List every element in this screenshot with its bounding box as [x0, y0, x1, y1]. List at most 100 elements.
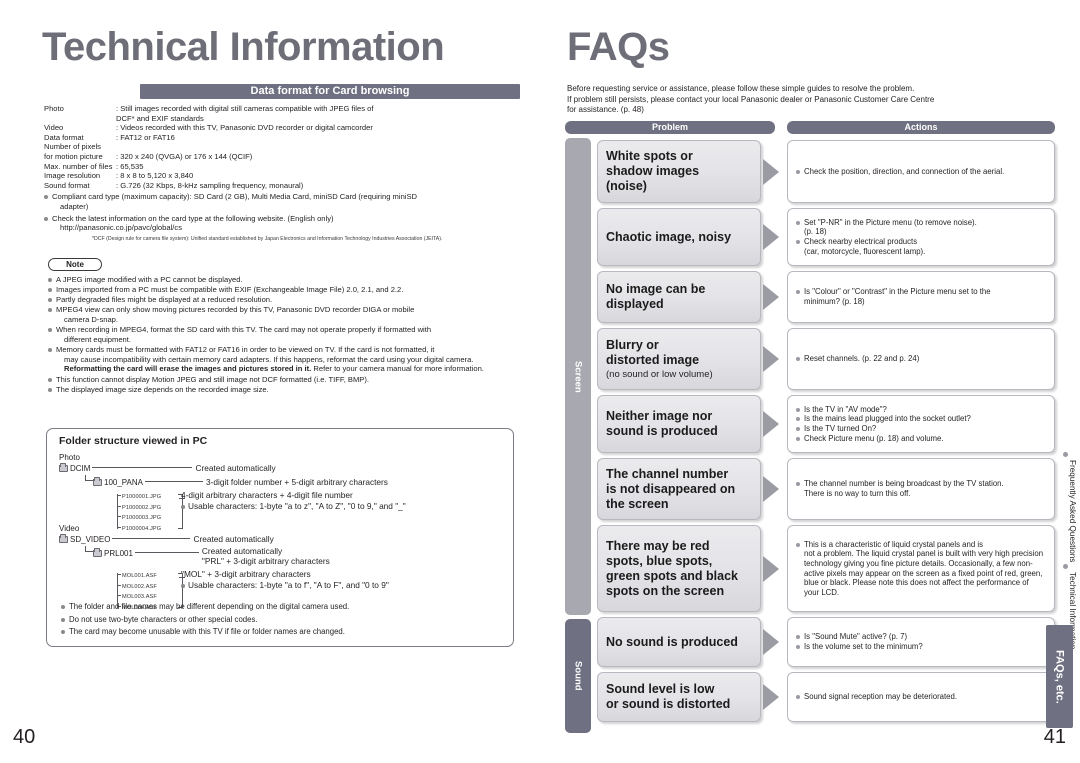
tree-file-item: MOL002.ASF [117, 581, 179, 592]
folder-icon [59, 463, 68, 472]
right-page: FAQs Before requesting service or assist… [545, 0, 1080, 763]
faq-action-item: The channel number is being broadcast by… [796, 479, 1004, 498]
folder-icon [93, 548, 102, 557]
faq-action-cell[interactable]: Sound signal reception may be deteriorat… [787, 672, 1055, 722]
faq-problem-line: Neither image nor [606, 409, 713, 423]
side-index-line: Frequently Asked Questions [1052, 452, 1078, 562]
spec-value-cont: DCF* and EXIF standards [116, 113, 204, 123]
tree-desc-video-files: "MOL" + 3-digit arbitrary characters [181, 569, 311, 579]
faq-action-list: Check the position, direction, and conne… [796, 167, 1004, 177]
faq-problem-cell[interactable]: White spots or shadow images (noise) [597, 140, 761, 203]
faq-problem-line: is not disappeared on [606, 481, 736, 496]
folder-tree: Photo DCIM Created automatically 100_PANA… [59, 453, 505, 611]
arrow-right-icon [763, 346, 779, 372]
tree-node-prl001: PRL001 [104, 549, 133, 558]
arrow-right-icon [763, 411, 779, 437]
faq-row: There may be red spots, blue spots, green … [597, 525, 1057, 612]
faq-problem-cell[interactable]: Sound level is low or sound is distorted [597, 672, 761, 722]
faq-action-item: This is a characteristic of liquid cryst… [796, 540, 1046, 598]
faq-problem-cell[interactable]: No sound is produced [597, 617, 761, 667]
tree-desc-100pana: 3-digit folder number + 5-digit arbitrar… [206, 477, 388, 487]
faq-intro-line: Before requesting service or assistance,… [567, 84, 915, 93]
arrow-right-icon [763, 684, 779, 710]
faq-action-item: Reset channels. (p. 22 and p. 24) [796, 354, 919, 364]
folder-note-item: Do not use two-byte characters or other … [61, 615, 501, 626]
faq-problem-cell[interactable]: No image can be displayed [597, 271, 761, 323]
category-band-screen: Screen [565, 138, 591, 615]
tree-bullet-photo-chars: Usable characters: 1-byte "a to z", "A t… [181, 501, 406, 511]
faq-problem-line: sound is produced [606, 424, 718, 438]
faq-problem-cell[interactable]: Chaotic image, noisy [597, 208, 761, 266]
faq-problem-line: Blurry or [606, 337, 659, 352]
tree-file-name: P1000003.JPG [122, 515, 162, 522]
faq-problem-line: or sound is distorted [606, 697, 731, 711]
tree-row-100pana: 100_PANA 3-digit folder number + 5-digit … [59, 475, 505, 489]
spec-label: Photo [44, 104, 64, 113]
tree-node-sdvideo: SD_VIDEO [70, 535, 111, 544]
spec-bullet: Check the latest information on the card… [44, 214, 524, 233]
faq-problem-line: spots on the screen [606, 583, 725, 598]
faq-action-cell[interactable]: Check the position, direction, and conne… [787, 140, 1055, 203]
note-item-cont: different equipment. [64, 334, 131, 344]
tree-file-item: P1000002.JPG [117, 502, 179, 513]
spec-row: Number of pixels [44, 142, 524, 152]
note-item: The displayed image size depends on the … [48, 385, 522, 395]
faq-problem-line: green spots and black [606, 568, 738, 583]
faq-action-cell[interactable]: This is a characteristic of liquid cryst… [787, 525, 1055, 612]
folder-structure-box: Folder structure viewed in PC Photo DCIM… [46, 428, 514, 647]
faq-problem-cell[interactable]: The channel number is not disappeared on t… [597, 458, 761, 520]
faq-action-cell[interactable]: Is the TV in "AV mode"? Is the mains lead… [787, 395, 1055, 453]
spec-value: : 320 x 240 (QVGA) or 176 x 144 (QCIF) [116, 151, 253, 161]
faq-action-item: Check nearby electrical products (car, mo… [796, 237, 977, 256]
left-page: Technical Information Data format for Ca… [0, 0, 545, 763]
faq-action-item: Is the mains lead plugged into the socke… [796, 414, 971, 424]
faq-problem-line: displayed [606, 297, 664, 311]
spec-row: Sound format: G.726 (32 Kbps, 8-kHz samp… [44, 181, 524, 191]
note-list: A JPEG image modified with a PC cannot b… [48, 274, 522, 394]
faq-problem-cell[interactable]: Neither image nor sound is produced [597, 395, 761, 453]
folder-notes: The folder and file names may be differe… [61, 600, 501, 638]
faq-row: Chaotic image, noisy Set "P-NR" in the Pi… [597, 208, 1057, 266]
tree-file-name: MOL001.ASF [122, 573, 157, 579]
faq-action-list: Set "P-NR" in the Picture menu (to remov… [796, 218, 977, 256]
faq-action-list: Is the TV in "AV mode"? Is the mains lead… [796, 405, 971, 443]
tree-connector [145, 481, 203, 482]
faq-action-cont: There is no way to turn this off. [804, 489, 911, 498]
page-number-left: 40 [13, 726, 36, 748]
faq-action-list: Sound signal reception may be deteriorat… [796, 692, 957, 702]
spec-value: : Still images recorded with digital sti… [116, 104, 374, 113]
arrow-right-icon [763, 629, 779, 655]
faq-row: Neither image nor sound is produced Is the… [597, 395, 1057, 453]
tree-bullet-video-chars: Usable characters: 1-byte "a to f", "A t… [181, 580, 389, 590]
faq-action-cell[interactable]: Is "Sound Mute" active? (p. 7) Is the vol… [787, 617, 1055, 667]
faq-action-item: Is "Sound Mute" active? (p. 7) [796, 632, 923, 642]
page-number-right: 41 [1043, 726, 1066, 748]
faq-problem-line: shadow images [606, 164, 700, 178]
tree-file-name: P1000002.JPG [122, 504, 162, 511]
faq-row: No image can be displayed Is "Colour" or "… [597, 271, 1057, 323]
faq-action-cont: minimum? (p. 18) [804, 297, 865, 306]
faq-action-cell[interactable]: Set "P-NR" in the Picture menu (to remov… [787, 208, 1055, 266]
faq-row: Blurry or distorted image (no sound or low… [597, 328, 1057, 390]
tree-file-name: MOL002.ASF [122, 583, 157, 590]
faq-problem-line: No sound is produced [606, 634, 738, 649]
tree-desc-prl001: Created automatically [201, 546, 283, 556]
faq-problem-line: There may be red [606, 538, 710, 553]
faq-action-cell[interactable]: The channel number is being broadcast by… [787, 458, 1055, 520]
faq-intro-line: for assistance. (p. 48) [567, 105, 644, 114]
faq-problem-cell[interactable]: Blurry or distorted image (no sound or low… [597, 328, 761, 390]
manual-spread: Technical Information Data format for Ca… [0, 0, 1080, 763]
faq-action-cell[interactable]: Is "Colour" or "Contrast" in the Picture… [787, 271, 1055, 323]
faq-action-cont: (p. 18) [804, 227, 827, 237]
faq-action-cell[interactable]: Reset channels. (p. 22 and p. 24) [787, 328, 1055, 390]
faq-problem-line: No image can be [606, 282, 706, 296]
tree-elbow [85, 546, 93, 552]
column-header-problem: Problem [565, 121, 775, 134]
note-item: This function cannot display Motion JPEG… [48, 375, 522, 385]
folder-structure-title: Folder structure viewed in PC [59, 435, 208, 447]
spec-bullet-cont: adapter) [60, 201, 89, 211]
faq-problem-cell[interactable]: There may be red spots, blue spots, green … [597, 525, 761, 612]
tree-connector [179, 498, 185, 499]
spec-row: Video: Videos recorded with this TV, Pan… [44, 123, 524, 133]
folder-icon [59, 534, 68, 543]
